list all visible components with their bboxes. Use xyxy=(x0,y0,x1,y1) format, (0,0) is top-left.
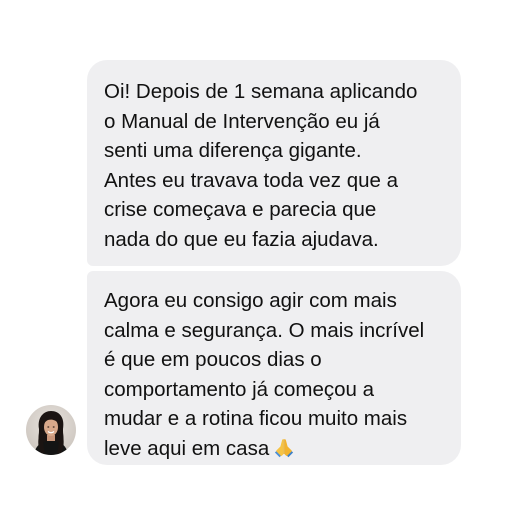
message-line-text: leve aqui em casa xyxy=(104,436,270,460)
message-line: comportamento já começou a xyxy=(104,377,375,401)
message-bubble[interactable]: Oi! Depois de 1 semana aplicando o Manua… xyxy=(87,60,461,266)
message-line: Oi! Depois de 1 semana aplicando xyxy=(104,80,418,103)
message-line: Antes eu travava toda vez que a xyxy=(104,168,399,192)
avatar-photo xyxy=(26,405,76,455)
message-line: senti uma diferença gigante. xyxy=(104,139,362,162)
message-line: nada do que eu fazia ajudava. xyxy=(104,227,379,251)
chat-thread: Oi! Depois de 1 semana aplicando o Manua… xyxy=(0,0,512,512)
folded-hands-icon xyxy=(273,436,295,467)
message-line: crise começava e parecia que xyxy=(104,198,377,221)
message-bubble[interactable]: Agora eu consigo agir com mais calma e s… xyxy=(87,271,461,465)
message-line: o Manual de Intervenção eu já xyxy=(104,109,380,133)
message-line: é que em poucos dias o xyxy=(104,348,322,371)
avatar[interactable] xyxy=(26,405,76,455)
message-line-last: leve aqui em casa xyxy=(104,434,451,464)
message-line: mudar e a rotina ficou muito mais xyxy=(104,407,408,430)
message-line: Agora eu consigo agir com mais xyxy=(104,289,397,312)
message-line: calma e segurança. O mais incrível xyxy=(104,318,425,342)
